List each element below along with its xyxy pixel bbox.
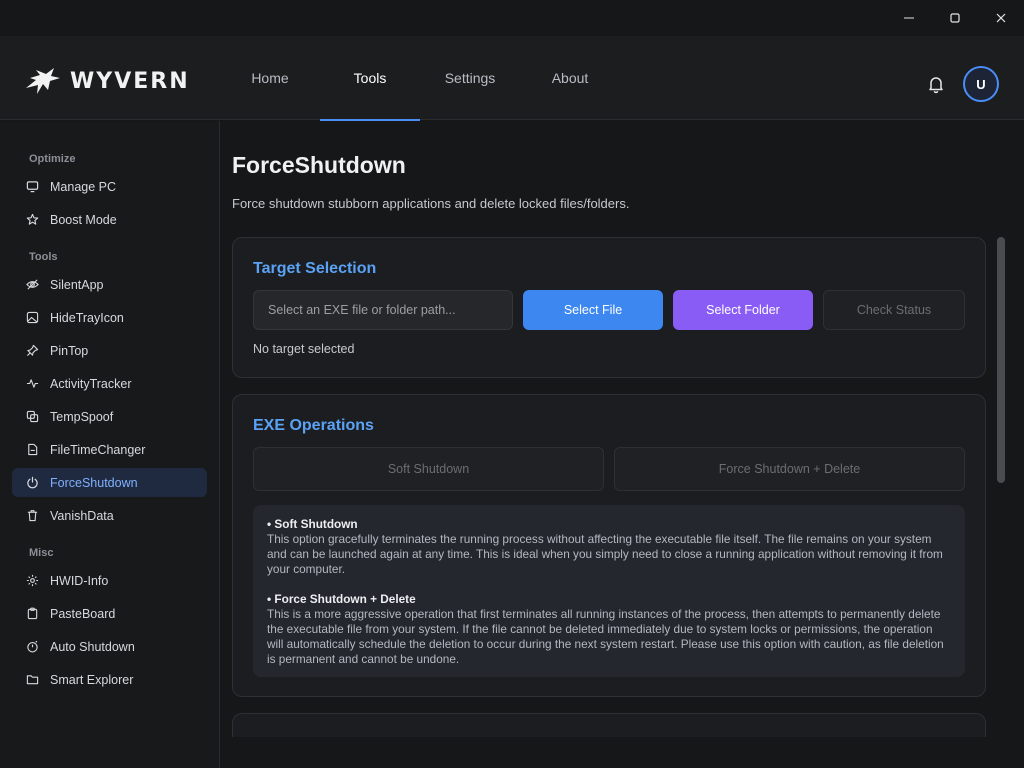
eye-off-icon: [25, 278, 39, 292]
sidebar: Optimize Manage PC Boost Mode Tools Sile…: [0, 121, 220, 768]
select-file-button[interactable]: Select File: [523, 290, 663, 330]
sidebar-item-hidetrayicon[interactable]: HideTrayIcon: [12, 303, 207, 332]
copy-icon: [25, 410, 39, 424]
sidebar-item-manage-pc[interactable]: Manage PC: [12, 172, 207, 201]
target-path-input[interactable]: [253, 290, 513, 330]
sidebar-item-auto-shutdown[interactable]: Auto Shutdown: [12, 632, 207, 661]
force-shutdown-info-heading: • Force Shutdown + Delete: [267, 592, 416, 606]
sidebar-item-label: Manage PC: [50, 179, 117, 194]
viewport-bottom-edge: [220, 737, 1024, 768]
trash-icon: [25, 509, 39, 523]
sidebar-item-forceshutdown[interactable]: ForceShutdown: [12, 468, 207, 497]
avatar[interactable]: U: [963, 66, 999, 102]
brand-logo[interactable]: WYVERN: [24, 66, 190, 96]
app-header: WYVERN Home Tools Settings About U: [0, 36, 1024, 121]
sidebar-item-label: FileTimeChanger: [50, 442, 146, 457]
tab-settings[interactable]: Settings: [420, 36, 520, 120]
sidebar-item-tempspoof[interactable]: TempSpoof: [12, 402, 207, 431]
select-folder-button[interactable]: Select Folder: [673, 290, 813, 330]
monitor-icon: [25, 180, 39, 194]
sidebar-item-label: ActivityTracker: [50, 376, 132, 391]
maximize-icon[interactable]: [932, 0, 978, 36]
force-shutdown-delete-button[interactable]: Force Shutdown + Delete: [614, 447, 965, 491]
bell-icon[interactable]: [926, 74, 946, 94]
sidebar-item-silentapp[interactable]: SilentApp: [12, 270, 207, 299]
active-tab-indicator: [320, 119, 420, 121]
sidebar-item-smart-explorer[interactable]: Smart Explorer: [12, 665, 207, 694]
clipboard-icon: [25, 607, 39, 621]
tab-about-label: About: [551, 70, 589, 86]
image-icon: [25, 311, 39, 325]
sidebar-item-label: HideTrayIcon: [50, 310, 124, 325]
sidebar-section-misc: Misc: [29, 547, 54, 559]
sidebar-item-filetimechanger[interactable]: FileTimeChanger: [12, 435, 207, 464]
pin-icon: [25, 344, 39, 358]
sidebar-item-label: SilentApp: [50, 277, 104, 292]
soft-shutdown-info-text: This option gracefully terminates the ru…: [267, 532, 943, 576]
soft-shutdown-info-heading: • Soft Shutdown: [267, 517, 358, 531]
check-status-button[interactable]: Check Status: [823, 290, 965, 330]
dragon-logo-icon: [26, 68, 60, 94]
tab-home[interactable]: Home: [220, 36, 320, 120]
title-bar: [0, 0, 1024, 36]
sidebar-item-pintop[interactable]: PinTop: [12, 336, 207, 365]
main-scrollbar-thumb[interactable]: [997, 237, 1005, 483]
soft-shutdown-button[interactable]: Soft Shutdown: [253, 447, 604, 491]
sidebar-item-hwid-info[interactable]: HWID-Info: [12, 566, 207, 595]
force-shutdown-delete-label: Force Shutdown + Delete: [718, 462, 861, 476]
brand-name: WYVERN: [70, 68, 190, 94]
page-title: ForceShutdown: [232, 152, 406, 178]
sidebar-item-label: PinTop: [50, 343, 89, 358]
sidebar-section-optimize: Optimize: [29, 153, 76, 165]
page-description: Force shutdown stubborn applications and…: [232, 196, 630, 211]
tab-tools-label: Tools: [353, 70, 387, 86]
exe-operations-card: EXE Operations Soft Shutdown Force Shutd…: [232, 394, 986, 697]
file-icon: [25, 443, 39, 457]
sidebar-item-vanishdata[interactable]: VanishData: [12, 501, 207, 530]
tab-home-label: Home: [251, 70, 289, 86]
activity-icon: [25, 377, 39, 391]
sidebar-item-label: HWID-Info: [50, 573, 109, 588]
avatar-initial: U: [976, 76, 986, 92]
sidebar-item-label: PasteBoard: [50, 606, 116, 621]
tab-settings-label: Settings: [444, 70, 496, 86]
target-selection-title: Target Selection: [253, 260, 377, 277]
sidebar-item-label: TempSpoof: [50, 409, 114, 424]
target-selection-card: Target Selection Select File Select Fold…: [232, 237, 986, 378]
sidebar-item-label: Smart Explorer: [50, 672, 134, 687]
sidebar-item-label: ForceShutdown: [50, 475, 138, 490]
sidebar-section-tools: Tools: [29, 251, 58, 263]
check-status-label: Check Status: [856, 303, 932, 317]
sidebar-item-pasteboard[interactable]: PasteBoard: [12, 599, 207, 628]
sidebar-item-label: Boost Mode: [50, 212, 117, 227]
operations-info-box: • Soft Shutdown This option gracefully t…: [253, 505, 965, 677]
exe-operations-title: EXE Operations: [253, 417, 374, 434]
minimize-icon[interactable]: [886, 0, 932, 36]
power-icon: [25, 476, 39, 490]
sidebar-item-label: VanishData: [50, 508, 114, 523]
close-icon[interactable]: [978, 0, 1024, 36]
select-folder-label: Select Folder: [706, 303, 780, 317]
sidebar-item-activitytracker[interactable]: ActivityTracker: [12, 369, 207, 398]
timer-icon: [25, 640, 39, 654]
sidebar-item-label: Auto Shutdown: [50, 639, 135, 654]
folder-icon: [25, 673, 39, 687]
tab-tools[interactable]: Tools: [320, 36, 420, 121]
sidebar-item-boost-mode[interactable]: Boost Mode: [12, 205, 207, 234]
soft-shutdown-label: Soft Shutdown: [387, 462, 470, 476]
gear-icon: [25, 574, 39, 588]
force-shutdown-info-text: This is a more aggressive operation that…: [267, 607, 944, 666]
target-status: No target selected: [253, 342, 355, 356]
star-icon: [25, 213, 39, 227]
tab-about[interactable]: About: [520, 36, 620, 120]
select-file-label: Select File: [563, 303, 623, 317]
